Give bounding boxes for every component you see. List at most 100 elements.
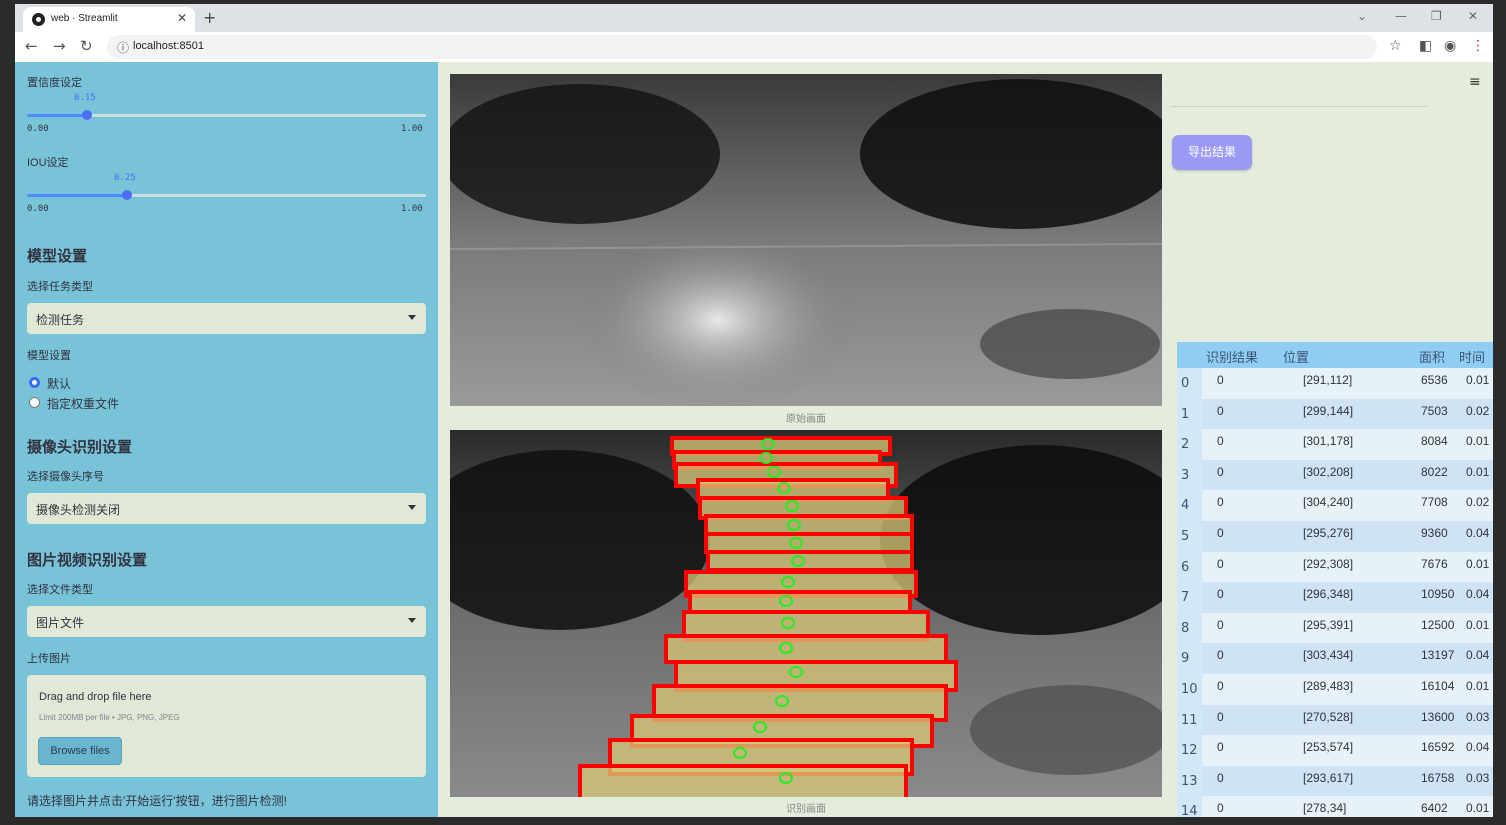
browse-files-button[interactable]: Browse files <box>38 737 122 765</box>
table-row[interactable]: 4 0 [304,240] 7708 0.02 <box>1177 490 1493 521</box>
file-uploader-dropzone[interactable]: Drag and drop file here Limit 200MB per … <box>27 675 426 777</box>
table-row[interactable]: 12 0 [253,574] 16592 0.04 <box>1177 735 1493 766</box>
table-row[interactable]: 14 0 [278,34] 6402 0.01 <box>1177 796 1493 817</box>
streamlit-favicon-icon <box>32 13 45 26</box>
table-row[interactable]: 10 0 [289,483] 16104 0.01 <box>1177 674 1493 705</box>
restore-icon[interactable]: ❐ <box>1431 9 1442 23</box>
header-time: 时间 <box>1459 350 1486 365</box>
table-row[interactable]: 5 0 [295,276] 9360 0.04 <box>1177 521 1493 552</box>
cell-position: [303,434] <box>1303 648 1354 663</box>
side-panel-icon[interactable]: ◧ <box>1419 38 1432 54</box>
new-tab-icon[interactable]: + <box>203 8 216 27</box>
media-settings-header: 图片视频识别设置 <box>27 552 148 569</box>
iou-slider[interactable] <box>27 190 426 200</box>
close-window-icon[interactable]: ✕ <box>1468 9 1478 23</box>
cell-position: [299,144] <box>1303 403 1354 418</box>
site-info-icon[interactable]: ⓘ <box>117 39 129 56</box>
cell-position: [296,348] <box>1303 587 1354 602</box>
camera-index-select[interactable]: 摄像头检测关闭 <box>27 493 426 524</box>
iou-value: 0.25 <box>114 173 136 183</box>
browser-tab[interactable]: web · Streamlit ✕ <box>23 7 195 32</box>
header-position: 位置 <box>1283 350 1310 365</box>
row-index: 14 <box>1177 796 1202 817</box>
hamburger-menu-icon[interactable]: ≡ <box>1469 74 1481 90</box>
cell-area: 16758 <box>1421 770 1455 785</box>
table-row[interactable]: 1 0 [299,144] 7503 0.02 <box>1177 398 1493 430</box>
detection-box <box>704 514 914 536</box>
cell-result: 0 <box>1217 770 1224 785</box>
cell-area: 6402 <box>1421 801 1448 816</box>
cell-area: 6536 <box>1421 373 1448 387</box>
cell-result: 0 <box>1217 709 1224 724</box>
bookmark-star-icon[interactable]: ☆ <box>1389 38 1402 54</box>
cell-result: 0 <box>1217 556 1224 571</box>
cell-time: 0.04 <box>1466 740 1490 755</box>
back-icon[interactable]: ← <box>25 37 38 55</box>
row-index: 2 <box>1177 429 1202 460</box>
table-row[interactable]: 3 0 [302,208] 8022 0.01 <box>1177 459 1493 491</box>
address-bar[interactable]: ⓘ localhost:8501 <box>107 35 1377 59</box>
browser-window: web · Streamlit ✕ + ⌄ — ❐ ✕ ← → ↻ ⓘ loca… <box>15 4 1493 817</box>
header-result: 识别结果 <box>1206 350 1259 365</box>
confidence-slider[interactable] <box>27 110 426 120</box>
cell-result: 0 <box>1217 434 1224 449</box>
table-row[interactable]: 6 0 [292,308] 7676 0.01 <box>1177 551 1493 583</box>
app-content: 置信度设定 0.15 0.00 1.00 IOU设定 0.25 0.00 1.0… <box>15 62 1493 817</box>
url-text: localhost:8501 <box>133 40 204 52</box>
upload-limit-text: Limit 200MB per file • JPG, PNG, JPEG <box>39 713 180 722</box>
close-tab-icon[interactable]: ✕ <box>177 11 187 25</box>
confidence-min: 0.00 <box>27 124 49 134</box>
row-index: 6 <box>1177 551 1202 583</box>
table-row[interactable]: 13 0 [293,617] 16758 0.03 <box>1177 765 1493 797</box>
confidence-slider-fill <box>27 114 87 117</box>
table-row[interactable]: 0 0 [291,112] 6536 0.01 <box>1177 368 1493 399</box>
cell-position: [295,391] <box>1303 617 1354 632</box>
cell-result: 0 <box>1217 740 1224 755</box>
chevron-down-icon <box>408 618 416 623</box>
table-row[interactable]: 7 0 [296,348] 10950 0.04 <box>1177 582 1493 613</box>
cell-area: 7708 <box>1421 495 1448 510</box>
cell-time: 0.02 <box>1466 495 1490 510</box>
reload-icon[interactable]: ↻ <box>80 37 93 55</box>
table-row[interactable]: 8 0 [295,391] 12500 0.01 <box>1177 612 1493 644</box>
cell-area: 7503 <box>1421 403 1448 418</box>
cell-result: 0 <box>1217 648 1224 663</box>
iou-label: IOU设定 <box>27 157 69 169</box>
cell-result: 0 <box>1217 679 1224 693</box>
cell-area: 16104 <box>1421 679 1455 693</box>
export-results-button[interactable]: 导出结果 <box>1172 135 1252 170</box>
cell-area: 9360 <box>1421 526 1448 540</box>
cell-position: [301,178] <box>1303 434 1354 449</box>
row-index: 13 <box>1177 765 1202 797</box>
tab-search-icon[interactable]: ⌄ <box>1357 9 1367 23</box>
cell-area: 7676 <box>1421 556 1448 571</box>
radio-custom-weights[interactable] <box>29 397 40 408</box>
task-type-select[interactable]: 检测任务 <box>27 303 426 334</box>
radio-default-label: 默认 <box>47 377 72 391</box>
cell-time: 0.04 <box>1466 648 1490 663</box>
detection-box <box>578 764 908 797</box>
menu-kebab-icon[interactable]: ⋮ <box>1471 38 1485 54</box>
forward-icon[interactable]: → <box>53 37 66 55</box>
header-area: 面积 <box>1419 350 1446 365</box>
row-index: 7 <box>1177 582 1202 613</box>
table-row[interactable]: 9 0 [303,434] 13197 0.04 <box>1177 643 1493 674</box>
cell-area: 10950 <box>1421 587 1455 602</box>
confidence-slider-thumb[interactable] <box>82 110 92 120</box>
table-row[interactable]: 11 0 [270,528] 13600 0.03 <box>1177 704 1493 736</box>
row-index: 10 <box>1177 674 1202 705</box>
radio-default[interactable] <box>29 377 40 388</box>
table-row[interactable]: 2 0 [301,178] 8084 0.01 <box>1177 429 1493 460</box>
task-type-value: 检测任务 <box>36 313 85 327</box>
original-caption: 原始画面 <box>786 414 826 425</box>
upload-drop-text: Drag and drop file here <box>39 691 152 703</box>
iou-slider-thumb[interactable] <box>122 190 132 200</box>
profile-avatar-icon[interactable]: ◉ <box>1444 38 1456 54</box>
cell-position: [293,617] <box>1303 770 1354 785</box>
cell-time: 0.04 <box>1466 587 1490 602</box>
minimize-icon[interactable]: — <box>1395 9 1407 23</box>
row-index: 3 <box>1177 459 1202 491</box>
row-index: 1 <box>1177 398 1202 430</box>
file-type-select[interactable]: 图片文件 <box>27 606 426 637</box>
cell-time: 0.01 <box>1466 464 1490 479</box>
